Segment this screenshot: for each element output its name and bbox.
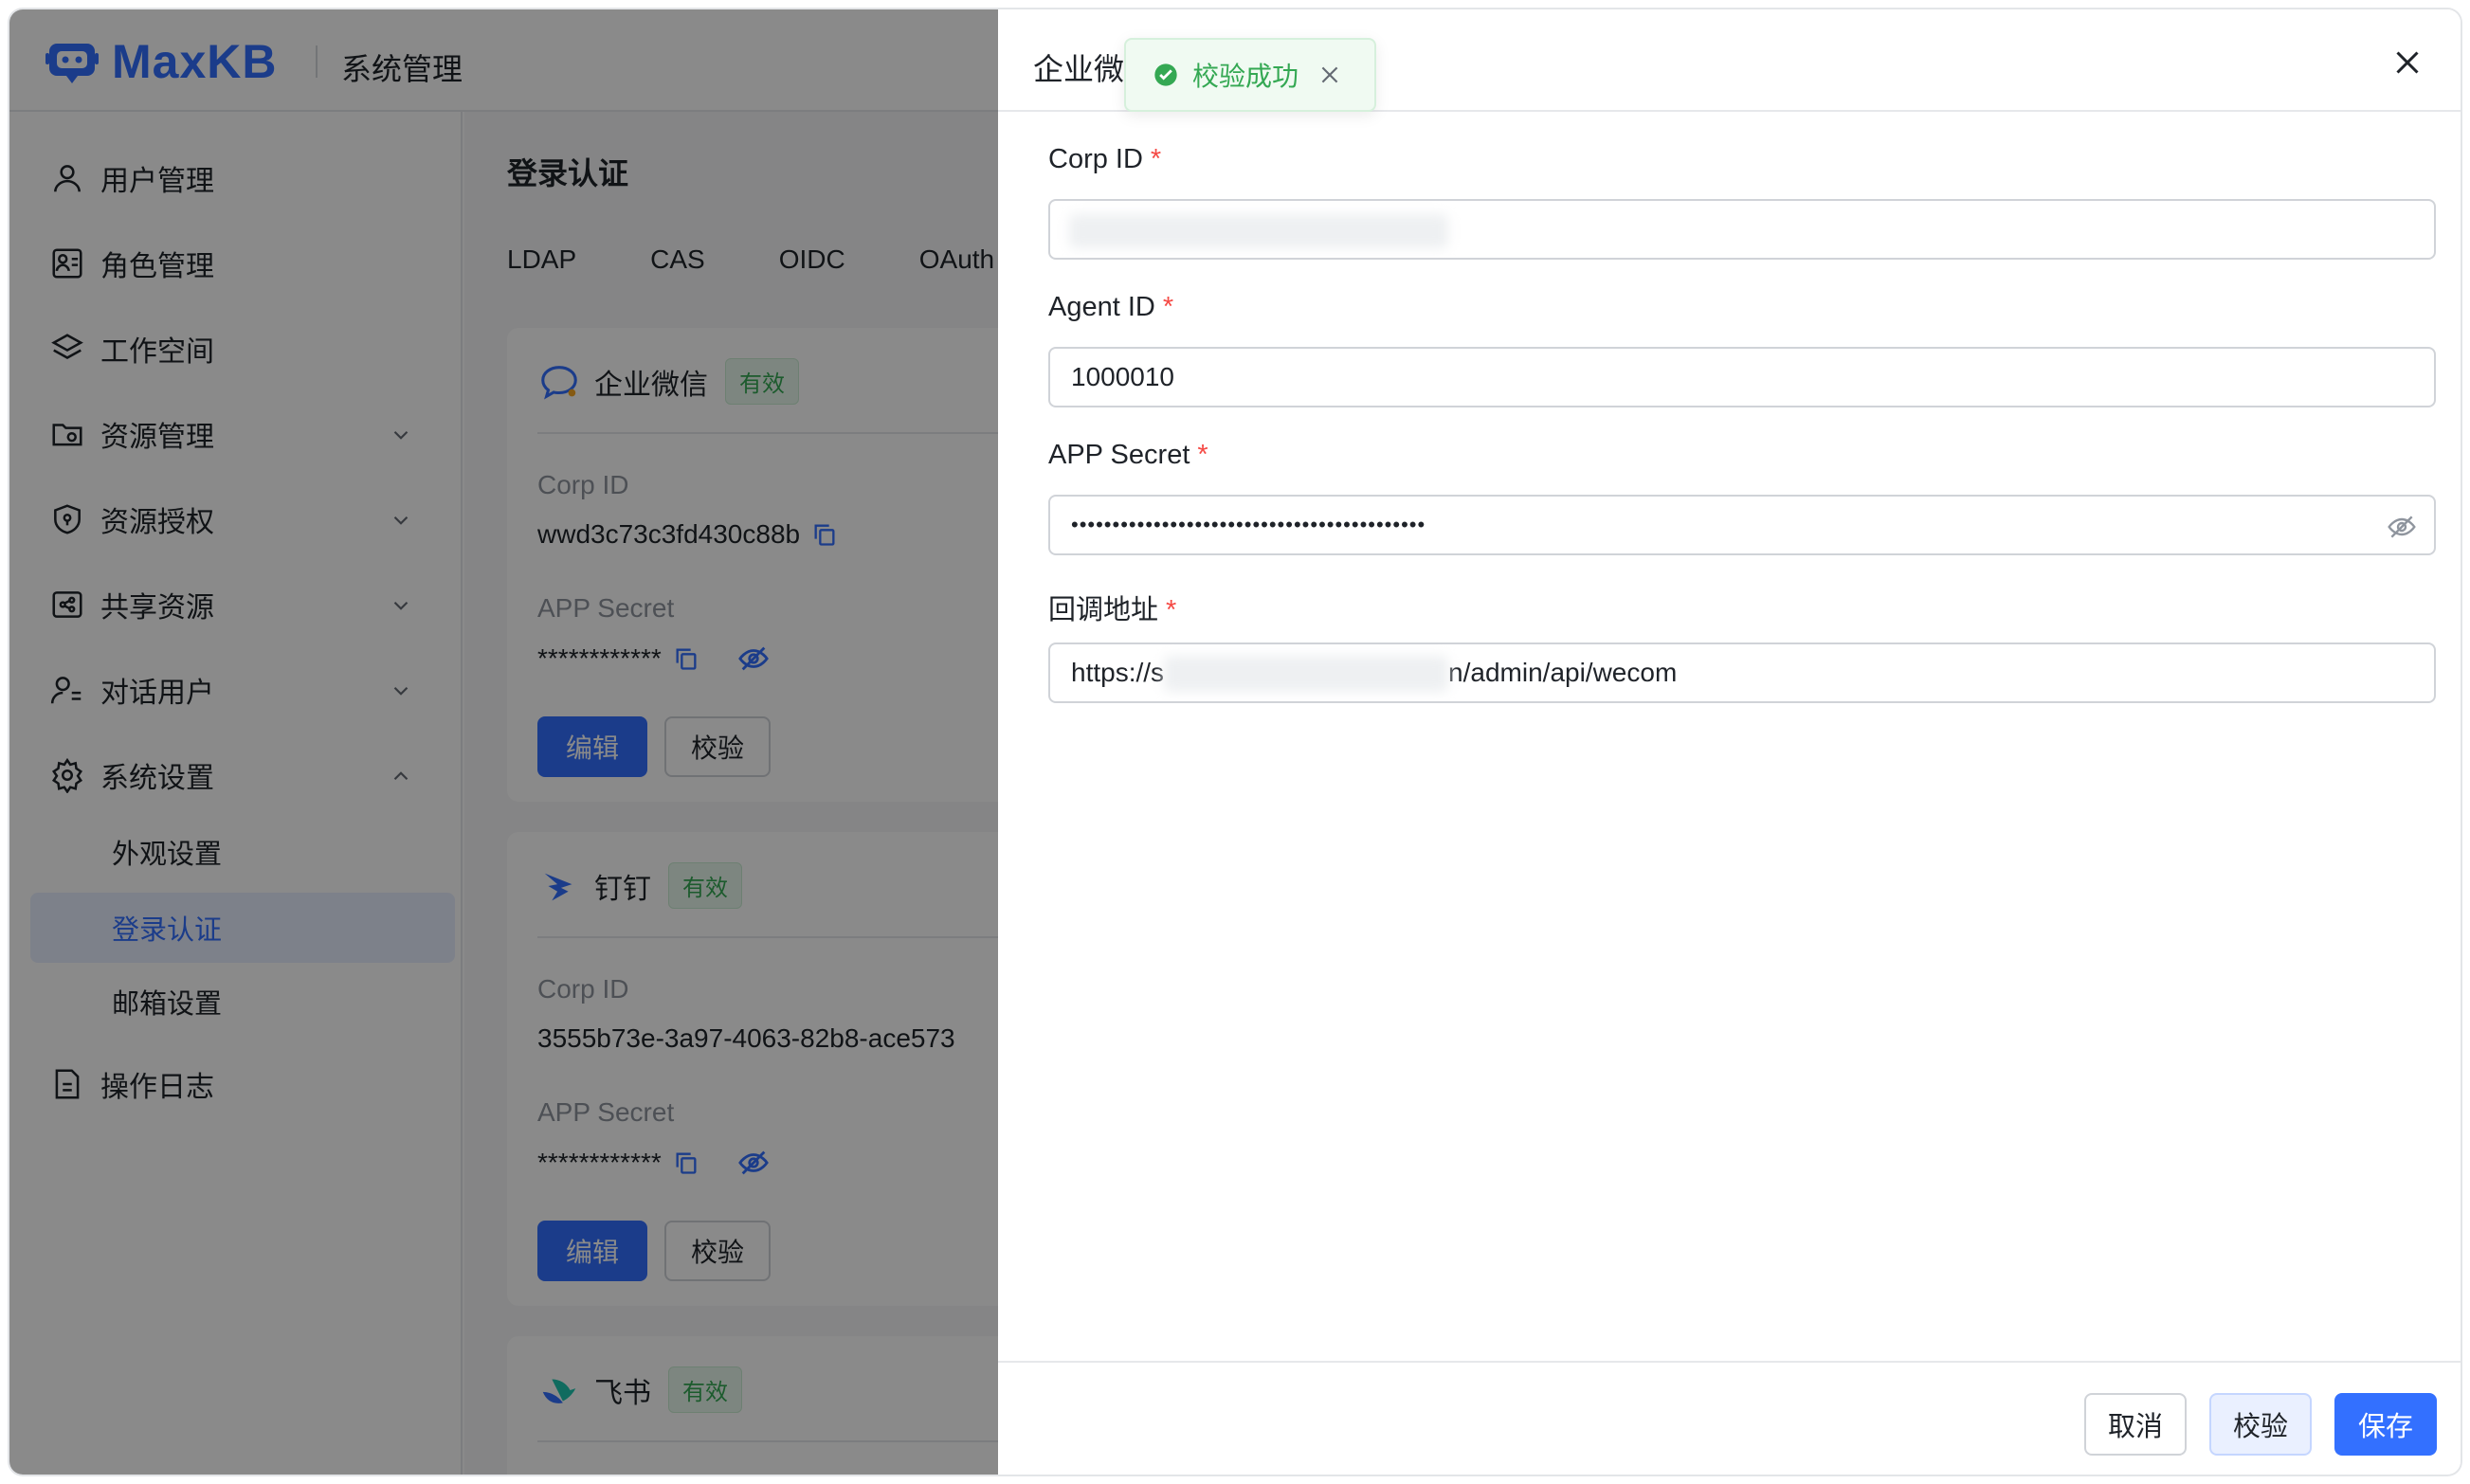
app-window: MaxKB 系统管理 用户管理 角色管理 工作空间 资源管理 资源授权 共享资源… (9, 9, 2461, 1475)
required-marker: * (1150, 144, 1162, 174)
field-label-text: APP Secret (1048, 440, 1190, 470)
required-marker: * (1162, 292, 1174, 322)
check-circle-icon (1154, 63, 1177, 86)
close-icon[interactable] (2390, 45, 2425, 80)
toast-message: 校验成功 (1192, 62, 1299, 91)
callback-url-form-label: 回调地址 * (1048, 588, 1176, 627)
agent-id-input[interactable]: 1000010 (1048, 347, 2436, 407)
cancel-button[interactable]: 取消 (2084, 1393, 2187, 1456)
field-label-text: Agent ID (1048, 292, 1155, 322)
verify-button[interactable]: 校验 (2209, 1393, 2312, 1456)
wecom-settings-drawer: 企业微信设置 Corp ID* Agent ID* 1000010 APP Se… (998, 9, 2461, 1475)
app-secret-form-label: APP Secret * (1048, 440, 1208, 471)
agent-id-input-value: 1000010 (1071, 362, 1175, 391)
corp-id-input[interactable] (1048, 199, 2436, 260)
callback-url-suffix: n/admin/api/wecom (1448, 658, 1678, 687)
success-toast: 校验成功 (1124, 38, 1376, 112)
app-secret-input-value: ••••••••••••••••••••••••••••••••••••••••… (1071, 513, 1426, 536)
save-button[interactable]: 保存 (2334, 1393, 2437, 1456)
callback-url-input[interactable]: https://s n/admin/api/wecom (1048, 642, 2436, 703)
field-label-text: Corp ID (1048, 144, 1143, 174)
field-label-text: 回调地址 (1048, 595, 1159, 625)
modal-overlay[interactable] (9, 9, 998, 1475)
callback-url-prefix: https://s (1071, 658, 1165, 687)
app-secret-input[interactable]: ••••••••••••••••••••••••••••••••••••••••… (1048, 495, 2436, 555)
eye-off-icon[interactable] (2387, 512, 2417, 542)
corp-id-form-label: Corp ID * (1048, 144, 1161, 175)
redacted-blur (1164, 656, 1448, 692)
redacted-blur (1069, 214, 1448, 248)
required-marker: * (1197, 440, 1208, 470)
drawer-footer-divider (998, 1361, 2461, 1363)
agent-id-form-label: Agent ID * (1048, 292, 1173, 323)
required-marker: * (1166, 595, 1177, 625)
close-icon[interactable] (1317, 63, 1342, 87)
